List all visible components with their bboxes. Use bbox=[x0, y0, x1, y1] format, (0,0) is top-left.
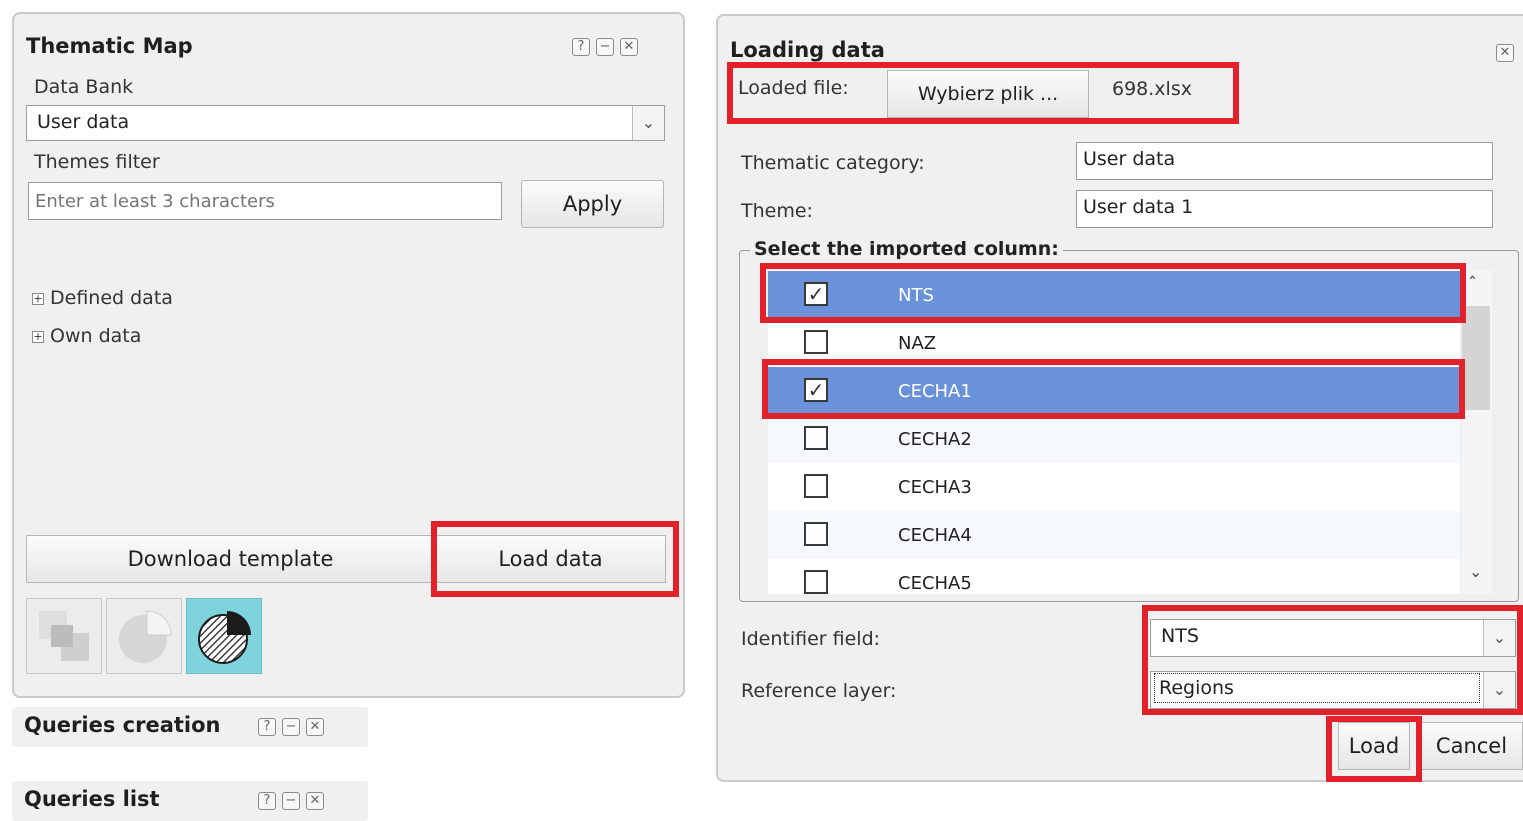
checkbox-unchecked[interactable] bbox=[804, 474, 828, 498]
columns-scrollbar[interactable]: ˆ ⌄ bbox=[1462, 270, 1492, 594]
column-name: NTS bbox=[898, 285, 934, 306]
theme-label: Theme: bbox=[741, 200, 813, 222]
reference-layer-label: Reference layer: bbox=[741, 680, 897, 702]
column-row-cecha4[interactable]: CECHA4 bbox=[768, 511, 1460, 559]
help-icon[interactable]: ? bbox=[258, 792, 276, 810]
loading-data-title: Loading data bbox=[730, 38, 885, 62]
close-icon[interactable]: ✕ bbox=[306, 792, 324, 810]
identifier-field-label: Identifier field: bbox=[741, 628, 881, 650]
column-name: CECHA1 bbox=[898, 381, 972, 402]
identifier-field-select[interactable]: NTS ⌄ bbox=[1150, 619, 1516, 657]
loaded-file-label: Loaded file: bbox=[738, 77, 849, 99]
columns-legend: Select the imported column: bbox=[750, 238, 1063, 260]
checkbox-unchecked[interactable] bbox=[804, 570, 828, 594]
thematic-category-field[interactable]: User data bbox=[1076, 142, 1493, 180]
thematic-map-title: Thematic Map bbox=[26, 34, 193, 58]
column-name: CECHA3 bbox=[898, 477, 972, 498]
checkbox-unchecked[interactable] bbox=[804, 426, 828, 450]
data-bank-select[interactable]: User data ⌄ bbox=[26, 105, 665, 141]
minimize-icon[interactable]: − bbox=[596, 38, 614, 56]
tree-item-own-data[interactable]: + Own data bbox=[32, 325, 141, 347]
checkbox-checked[interactable]: ✓ bbox=[804, 378, 828, 402]
themes-filter-label: Themes filter bbox=[34, 151, 160, 173]
load-data-button[interactable]: Load data bbox=[435, 535, 666, 583]
tree-item-defined-data[interactable]: + Defined data bbox=[32, 287, 173, 309]
expand-icon[interactable]: + bbox=[32, 330, 44, 343]
column-name: CECHA5 bbox=[898, 573, 972, 594]
column-name: NAZ bbox=[898, 333, 937, 354]
minimize-icon[interactable]: − bbox=[282, 792, 300, 810]
column-name: CECHA2 bbox=[898, 429, 972, 450]
chevron-down-icon[interactable]: ⌄ bbox=[1483, 672, 1515, 708]
choropleth-map-icon[interactable] bbox=[26, 598, 102, 674]
download-template-button[interactable]: Download template bbox=[26, 535, 435, 583]
reference-layer-value: Regions bbox=[1154, 673, 1480, 703]
scroll-up-icon[interactable]: ˆ bbox=[1468, 274, 1477, 295]
help-icon[interactable]: ? bbox=[258, 718, 276, 736]
column-row-nts[interactable]: ✓ NTS bbox=[768, 271, 1460, 319]
queries-creation-title: Queries creation bbox=[24, 713, 221, 737]
checkbox-unchecked[interactable] bbox=[804, 330, 828, 354]
apply-button[interactable]: Apply bbox=[521, 180, 664, 228]
help-icon[interactable]: ? bbox=[572, 38, 590, 56]
close-icon[interactable]: ✕ bbox=[620, 38, 638, 56]
queries-list-title: Queries list bbox=[24, 787, 160, 811]
tree-item-label: Defined data bbox=[50, 287, 173, 309]
thematic-category-label: Thematic category: bbox=[741, 152, 925, 174]
chevron-down-icon[interactable]: ⌄ bbox=[1483, 620, 1515, 656]
pie-chart-map-icon[interactable] bbox=[106, 598, 182, 674]
chevron-down-icon[interactable]: ⌄ bbox=[632, 106, 664, 140]
choose-file-button[interactable]: Wybierz plik ... bbox=[887, 70, 1089, 118]
themes-filter-input[interactable] bbox=[28, 182, 502, 220]
column-row-cecha2[interactable]: CECHA2 bbox=[768, 415, 1460, 463]
loaded-file-name: 698.xlsx bbox=[1112, 78, 1192, 100]
column-name: CECHA4 bbox=[898, 525, 972, 546]
identifier-field-value: NTS bbox=[1161, 625, 1199, 647]
checkbox-checked[interactable]: ✓ bbox=[804, 282, 828, 306]
column-row-cecha5[interactable]: CECHA5 bbox=[768, 559, 1460, 594]
data-bank-value: User data bbox=[37, 111, 130, 133]
expand-icon[interactable]: + bbox=[32, 292, 44, 305]
scroll-down-icon[interactable]: ⌄ bbox=[1469, 562, 1482, 581]
scrollbar-thumb[interactable] bbox=[1462, 306, 1490, 410]
combined-chart-map-icon[interactable] bbox=[186, 598, 262, 674]
column-row-naz[interactable]: NAZ bbox=[768, 319, 1460, 367]
tree-item-label: Own data bbox=[50, 325, 142, 347]
close-icon[interactable]: ✕ bbox=[1496, 44, 1514, 62]
data-bank-label: Data Bank bbox=[34, 76, 134, 98]
load-button[interactable]: Load bbox=[1338, 722, 1410, 770]
close-icon[interactable]: ✕ bbox=[306, 718, 324, 736]
column-row-cecha3[interactable]: CECHA3 bbox=[768, 463, 1460, 511]
checkbox-unchecked[interactable] bbox=[804, 522, 828, 546]
cancel-button[interactable]: Cancel bbox=[1420, 722, 1523, 770]
column-row-cecha1[interactable]: ✓ CECHA1 bbox=[768, 367, 1460, 415]
minimize-icon[interactable]: − bbox=[282, 718, 300, 736]
reference-layer-select[interactable]: Regions ⌄ bbox=[1150, 671, 1516, 709]
theme-field[interactable]: User data 1 bbox=[1076, 190, 1493, 228]
